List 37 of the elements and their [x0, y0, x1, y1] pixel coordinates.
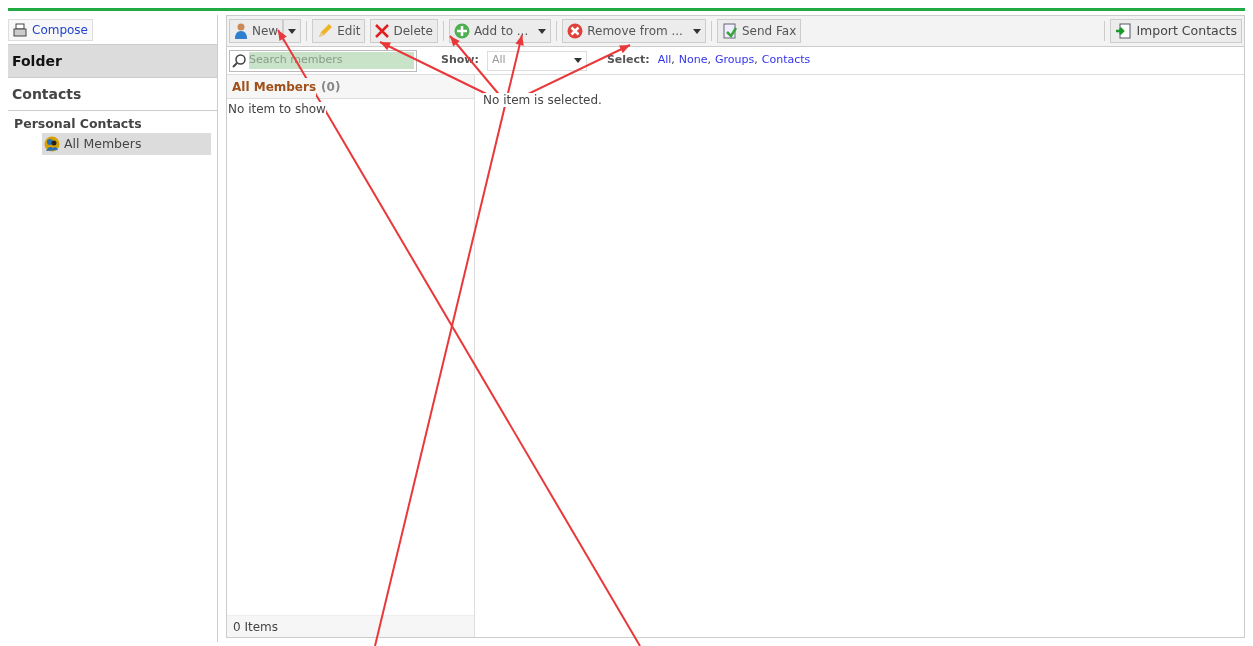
link-separator: ,: [671, 52, 675, 69]
link-separator: ,: [754, 52, 758, 69]
tree-item[interactable]: All Members: [42, 133, 211, 155]
toolbar-button[interactable]: Remove from ...: [562, 19, 706, 43]
toolbar-button[interactable]: Delete: [370, 19, 438, 43]
caret-icon: [573, 58, 582, 63]
empty-list-message: No item to show: [228, 102, 326, 116]
toolbar-button[interactable]: New: [229, 19, 284, 43]
select-link[interactable]: Contacts: [761, 52, 811, 69]
member-count: (0): [321, 78, 341, 96]
x-icon: [375, 24, 390, 38]
sidebar-section[interactable]: Folder: [8, 45, 217, 78]
toolbar-button[interactable]: Send Fax: [716, 19, 802, 43]
pencil-icon: [317, 23, 334, 39]
plus-circle-icon: [453, 23, 470, 39]
select-label: Select:: [606, 52, 650, 69]
select-link[interactable]: None: [678, 52, 708, 69]
toolbar-button[interactable]: Add to ...: [448, 19, 552, 43]
dropdown-button[interactable]: [283, 19, 302, 43]
no-selection-message: No item is selected.: [483, 93, 602, 107]
list-title: All Members: [232, 77, 317, 96]
tree-item-label: All Members: [64, 134, 142, 153]
compose-button[interactable]: Compose: [8, 18, 93, 41]
caret-icon: [288, 28, 297, 34]
item-count: 0 Items: [233, 618, 279, 636]
tree-group-label[interactable]: Personal Contacts: [14, 115, 211, 133]
link-separator: ,: [707, 52, 711, 69]
people-icon: [44, 136, 60, 152]
search-icon: [232, 53, 246, 68]
toolbar-button[interactable]: Edit: [312, 19, 366, 43]
caret-icon: [692, 28, 701, 34]
person-icon: [234, 23, 248, 39]
printer-icon: [13, 22, 27, 37]
import-contacts-button[interactable]: Import Contacts: [1110, 19, 1242, 43]
caret-icon: [538, 28, 547, 34]
import-icon: [1115, 23, 1132, 39]
x-circle-icon: [567, 23, 584, 39]
